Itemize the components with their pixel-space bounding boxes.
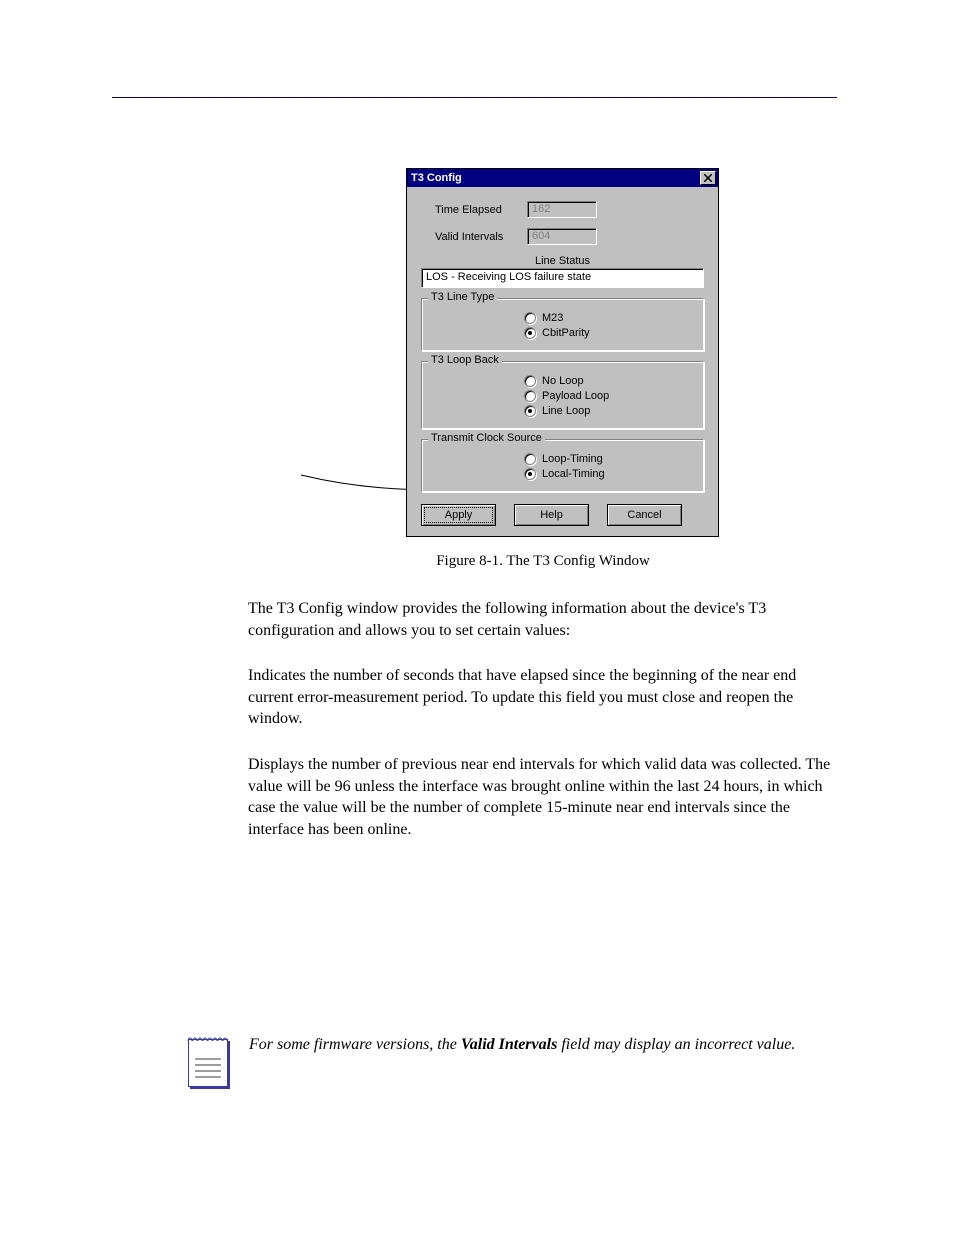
dialog-title: T3 Config (411, 172, 462, 184)
note-bold: Valid Intervals (461, 1036, 557, 1053)
time-elapsed-label: Time Elapsed (435, 204, 527, 216)
note-text: For some firmware versions, the Valid In… (249, 1034, 795, 1056)
radio-icon (524, 453, 536, 465)
radio-line-loop[interactable]: Line Loop (524, 405, 693, 417)
note-icon (188, 1034, 233, 1090)
valid-intervals-field: 604 (527, 228, 597, 245)
dialog-wrapper: T3 Config Time Elapsed 162 Valid Interva… (406, 168, 838, 537)
intro-paragraph: The T3 Config window provides the follow… (248, 598, 838, 641)
time-elapsed-paragraph: Indicates the number of seconds that hav… (248, 665, 838, 730)
valid-intervals-label: Valid Intervals (435, 231, 527, 243)
line-status-listbox[interactable]: LOS - Receiving LOS failure state (421, 268, 704, 288)
time-elapsed-field: 162 (527, 201, 597, 218)
valid-intervals-row: Valid Intervals 604 (435, 228, 704, 245)
radio-m23[interactable]: M23 (524, 312, 693, 324)
transmit-clock-group: Transmit Clock Source Loop-Timing Local-… (421, 439, 704, 492)
button-row: Apply Help Cancel (421, 504, 704, 526)
radio-no-loop[interactable]: No Loop (524, 375, 693, 387)
radio-local-timing[interactable]: Local-Timing (524, 468, 693, 480)
t3-config-dialog: T3 Config Time Elapsed 162 Valid Interva… (406, 168, 719, 537)
radio-label: Loop-Timing (542, 453, 603, 465)
radio-label: CbitParity (542, 327, 590, 339)
page-content: T3 Config Time Elapsed 162 Valid Interva… (248, 168, 838, 864)
t3-line-type-group: T3 Line Type M23 CbitParity (421, 298, 704, 351)
help-button[interactable]: Help (514, 504, 589, 526)
header-rule (112, 97, 837, 98)
radio-icon (524, 327, 536, 339)
apply-button[interactable]: Apply (421, 504, 496, 526)
radio-label: M23 (542, 312, 563, 324)
t3-loop-back-legend: T3 Loop Back (428, 354, 502, 366)
t3-loop-back-group: T3 Loop Back No Loop Payload Loop Line L… (421, 361, 704, 429)
radio-label: Local-Timing (542, 468, 605, 480)
t3-line-type-legend: T3 Line Type (428, 291, 497, 303)
cancel-button[interactable]: Cancel (607, 504, 682, 526)
radio-label: No Loop (542, 375, 584, 387)
note-post: field may display an incorrect value. (557, 1036, 795, 1053)
line-status-wrap: Line Status LOS - Receiving LOS failure … (421, 255, 704, 288)
radio-payload-loop[interactable]: Payload Loop (524, 390, 693, 402)
radio-icon (524, 468, 536, 480)
titlebar[interactable]: T3 Config (407, 169, 718, 187)
line-status-caption: Line Status (421, 255, 704, 267)
figure-caption: Figure 8-1. The T3 Config Window (248, 553, 838, 570)
radio-label: Payload Loop (542, 390, 609, 402)
close-button[interactable] (700, 171, 716, 185)
radio-label: Line Loop (542, 405, 590, 417)
time-elapsed-row: Time Elapsed 162 (435, 201, 704, 218)
radio-icon (524, 390, 536, 402)
dialog-body: Time Elapsed 162 Valid Intervals 604 Lin… (407, 187, 718, 536)
radio-icon (524, 312, 536, 324)
note-row: For some firmware versions, the Valid In… (188, 1034, 838, 1090)
close-icon (704, 174, 712, 182)
transmit-clock-legend: Transmit Clock Source (428, 432, 545, 444)
note-pre: For some firmware versions, the (249, 1036, 461, 1053)
radio-icon (524, 375, 536, 387)
radio-loop-timing[interactable]: Loop-Timing (524, 453, 693, 465)
radio-cbitparity[interactable]: CbitParity (524, 327, 693, 339)
valid-intervals-paragraph: Displays the number of previous near end… (248, 754, 838, 840)
radio-icon (524, 405, 536, 417)
